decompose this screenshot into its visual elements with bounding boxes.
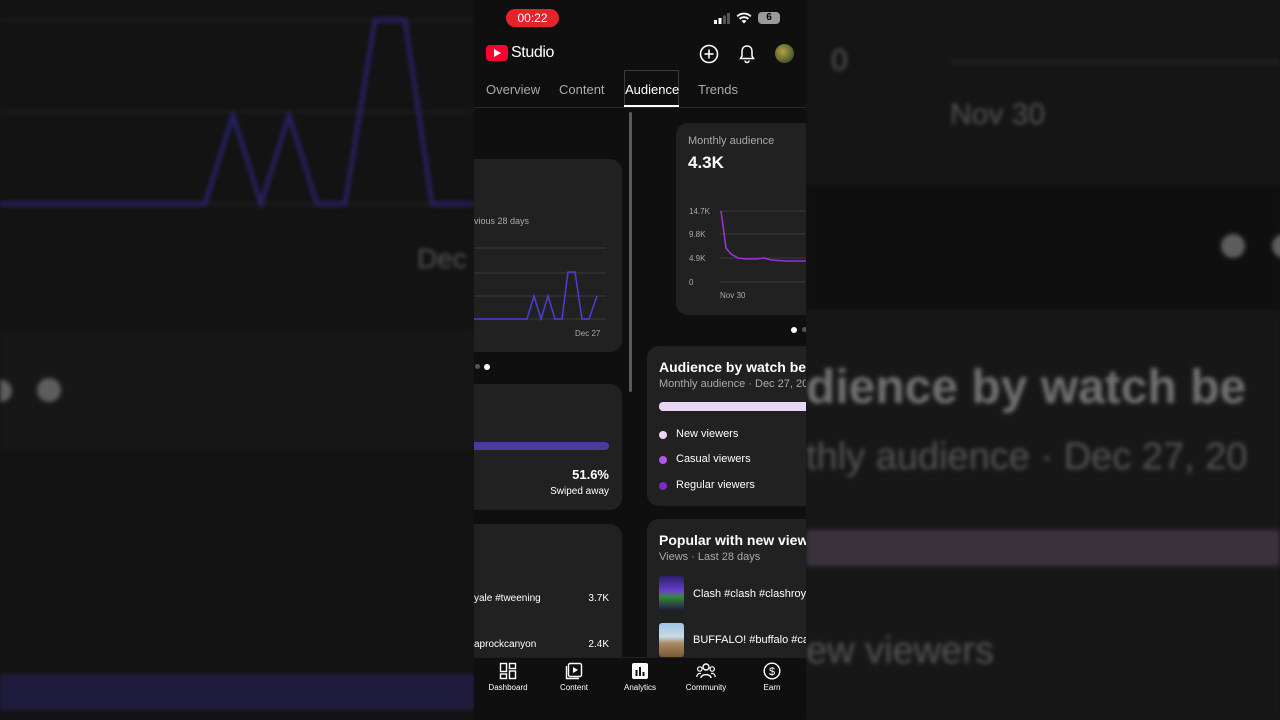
left-blurred-background: Dec (0, 0, 474, 720)
chart-x-date: Dec 27 (575, 329, 601, 338)
watch-behavior-bar (659, 402, 806, 411)
left-background-chart (0, 18, 474, 710)
watch-behavior-subtitle: Monthly audience · Dec 27, 2024 (659, 378, 806, 390)
tab-overview[interactable]: Overview (486, 82, 540, 97)
svg-text:$: $ (769, 666, 775, 678)
swipe-away-bar (474, 442, 609, 450)
nav-earn[interactable]: $ Earn (742, 662, 802, 692)
content-row-value: 3.7K (588, 593, 609, 604)
regular-viewers-dot (659, 482, 667, 490)
content-row-title[interactable]: aprockcanyon (474, 639, 536, 650)
carousel-dot-active[interactable] (791, 327, 797, 333)
watch-behavior-title: Audience by watch behavior (659, 359, 806, 375)
content-row-value: 2.4K (588, 639, 609, 650)
views-chart-card[interactable]: vious 28 days Dec 27 (474, 159, 622, 352)
nav-label: Earn (763, 683, 781, 692)
audience-content: vious 28 days Dec 27 51.6% Swiped away y… (474, 108, 806, 658)
youtube-logo-icon (486, 45, 508, 61)
nav-label: Community (685, 683, 727, 692)
swipe-away-percent: 51.6% (572, 467, 609, 482)
right-blurred-background: 0 Nov 30 dience by watch be thly audienc… (806, 0, 1280, 720)
bottom-navigation: Dashboard Content Analytics Community $ … (474, 657, 806, 720)
screen: Dec 0 Nov 30 dience by watch be thly aud… (0, 0, 1280, 720)
tab-audience[interactable]: Audience (625, 82, 679, 97)
content-row-title[interactable]: yale #tweening (474, 593, 541, 604)
popular-title: Popular with new viewers (659, 532, 806, 548)
casual-viewers-dot (659, 456, 667, 464)
nav-analytics[interactable]: Analytics (610, 662, 670, 692)
watch-behavior-card[interactable]: Audience by watch behavior Monthly audie… (647, 346, 806, 506)
background-dot (1221, 234, 1245, 258)
app-bar: Studio (474, 40, 806, 68)
logo-text: Studio (511, 44, 554, 61)
create-icon[interactable] (698, 43, 720, 65)
status-time: 00:22 (506, 9, 559, 27)
video-title[interactable]: BUFFALO! #buffalo #ca (693, 634, 806, 646)
battery-indicator: 6 (758, 12, 780, 24)
monthly-audience-chart (720, 210, 806, 283)
notifications-bell-icon[interactable] (736, 43, 758, 65)
nav-community[interactable]: Community (676, 662, 736, 692)
active-tab-indicator (624, 105, 679, 107)
content-icon (565, 662, 583, 680)
legend-casual-viewers: Casual viewers (676, 453, 751, 465)
nav-label: Content (559, 683, 589, 692)
signal-icon (714, 12, 730, 24)
nav-dashboard[interactable]: Dashboard (478, 662, 538, 692)
wifi-icon (736, 12, 752, 24)
community-icon (696, 663, 716, 679)
account-avatar[interactable] (775, 44, 794, 63)
background-zero-text: 0 (831, 44, 848, 77)
monthly-audience-value: 4.3K (688, 153, 724, 172)
popular-subtitle: Views · Last 28 days (659, 551, 761, 563)
carousel-dot-active[interactable] (484, 364, 490, 370)
swipe-away-card[interactable]: 51.6% Swiped away (474, 384, 622, 510)
chart-subtitle: vious 28 days (474, 216, 530, 226)
legend-new-viewers: New viewers (676, 428, 739, 440)
top-content-card[interactable]: yale #tweening 3.7K aprockcanyon 2.4K (474, 524, 622, 658)
tab-trends[interactable]: Trends (698, 82, 738, 97)
status-icons: 6 (714, 12, 780, 24)
carousel-dot[interactable] (475, 364, 480, 369)
tab-content[interactable]: Content (559, 82, 605, 97)
video-thumbnail[interactable] (659, 623, 684, 657)
carousel-dot[interactable] (802, 327, 806, 332)
monthly-audience-card[interactable]: Monthly audience 4.3K 14.7K 9.8K 4.9K 0 … (676, 123, 806, 315)
background-date-text: Nov 30 (950, 98, 1046, 131)
chart-x-date: Nov 30 (720, 291, 746, 300)
earn-icon: $ (763, 662, 781, 680)
monthly-audience-title: Monthly audience (688, 135, 775, 147)
nav-label: Analytics (623, 683, 656, 692)
views-line-chart (474, 247, 606, 322)
nav-content[interactable]: Content (544, 662, 604, 692)
scrollbar[interactable] (629, 112, 632, 392)
phone-screen: 00:22 6 Studio Overview Content Audience… (474, 0, 806, 720)
background-dot (37, 378, 61, 402)
background-date-text: Dec (417, 243, 467, 274)
swipe-away-label: Swiped away (550, 486, 609, 497)
background-title-text: dience by watch be (806, 361, 1247, 414)
video-thumbnail[interactable] (659, 576, 684, 610)
analytics-icon (632, 663, 648, 679)
new-viewers-dot (659, 431, 667, 439)
background-subtitle-text: thly audience · Dec 27, 20 (806, 436, 1248, 478)
dashboard-icon (499, 662, 517, 680)
popular-new-viewers-card[interactable]: Popular with new viewers Views · Last 28… (647, 519, 806, 658)
left-cards-column: vious 28 days Dec 27 51.6% Swiped away y… (474, 108, 629, 658)
video-title[interactable]: Clash #clash #clashroyale (693, 588, 806, 600)
youtube-studio-logo[interactable]: Studio (486, 44, 554, 62)
nav-label: Dashboard (488, 683, 528, 692)
analytics-tabs: Overview Content Audience Trends (474, 70, 806, 108)
legend-regular-viewers: Regular viewers (676, 479, 755, 491)
status-bar: 00:22 6 (474, 0, 806, 36)
background-viewers-text: ew viewers (806, 630, 994, 672)
